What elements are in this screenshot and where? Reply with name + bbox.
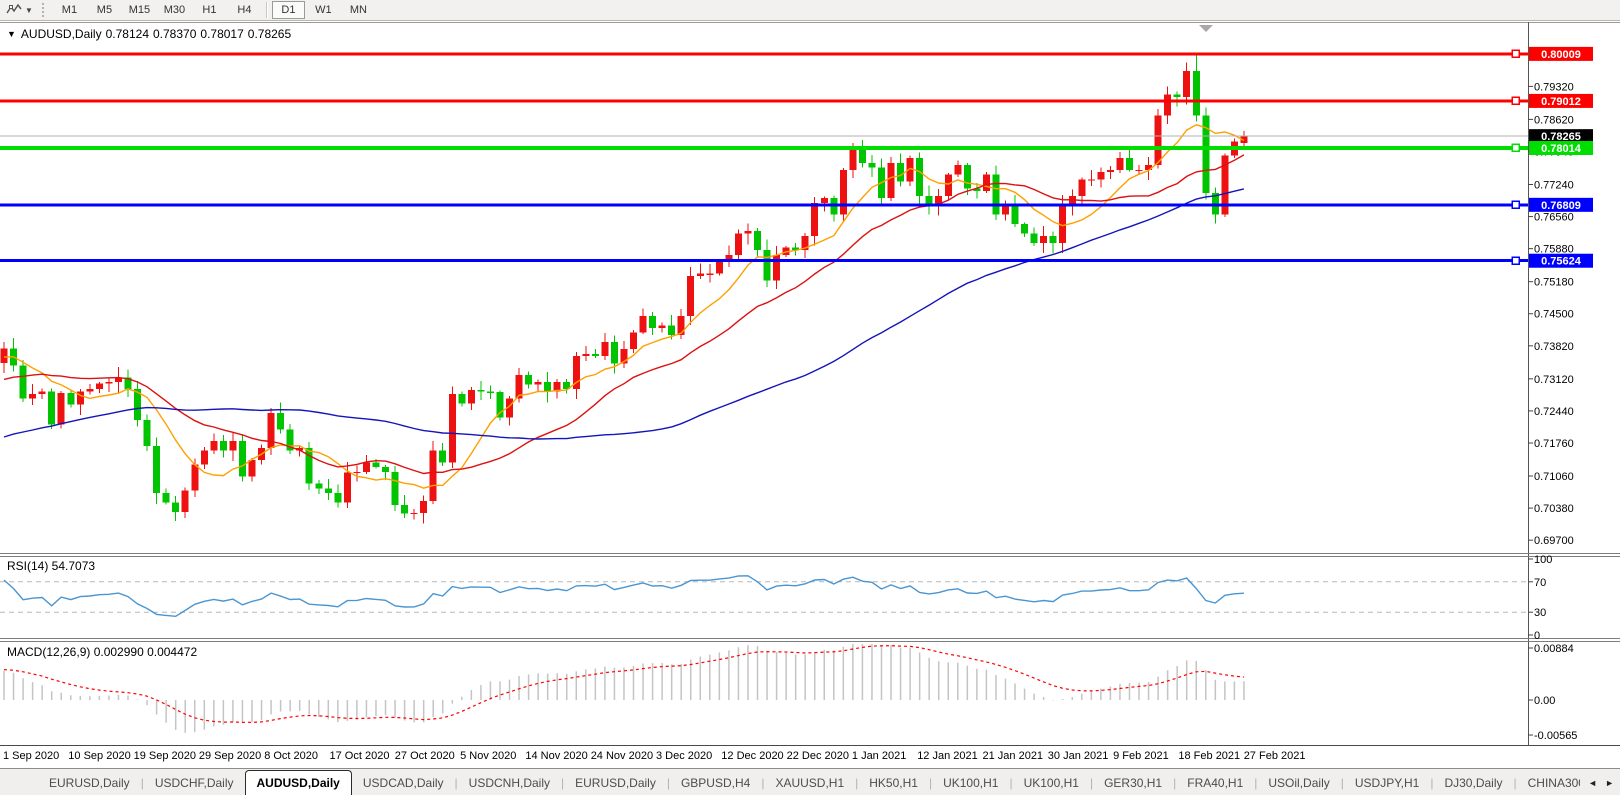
- chart-tab-bar: EURUSD,Daily|USDCHF,DailyAUDUSD,DailyUSD…: [0, 768, 1620, 795]
- mt4-window: ▼ M1M5M15M30H1H4 D1W1MN ▼ AUDUSD,Daily 0.78…: [0, 0, 1620, 795]
- date-label: 12 Dec 2020: [721, 750, 783, 762]
- chart-tab-eurusd-daily-0[interactable]: EURUSD,Daily: [38, 772, 141, 795]
- chart-tab-dj30-daily-15[interactable]: DJ30,Daily: [1433, 772, 1513, 795]
- svg-text:70: 70: [1534, 577, 1546, 589]
- date-label: 14 Nov 2020: [525, 750, 587, 762]
- panel-frames: [0, 22, 1620, 746]
- date-label: 27 Feb 2021: [1244, 750, 1306, 762]
- chart-tab-usdcad-daily-3[interactable]: USDCAD,Daily: [352, 772, 455, 795]
- date-label: 8 Oct 2020: [264, 750, 318, 762]
- svg-text:0.75624: 0.75624: [1541, 256, 1582, 268]
- chart-tab-fra40-h1-12[interactable]: FRA40,H1: [1176, 772, 1254, 795]
- svg-text:0.00: 0.00: [1534, 695, 1555, 707]
- chevron-down-icon: ▼: [25, 6, 33, 15]
- chart-tab-xauusd-h1-7[interactable]: XAUUSD,H1: [764, 772, 855, 795]
- chart-tab-gbpusd-h4-6[interactable]: GBPUSD,H4: [670, 772, 761, 795]
- svg-text:0.71760: 0.71760: [1534, 438, 1574, 450]
- date-label: 3 Dec 2020: [656, 750, 712, 762]
- svg-text:30: 30: [1534, 607, 1546, 619]
- svg-text:0.79012: 0.79012: [1541, 96, 1581, 108]
- candlesticks: [1, 54, 1248, 524]
- svg-text:0.72440: 0.72440: [1534, 406, 1574, 418]
- svg-text:0.75180: 0.75180: [1534, 277, 1574, 289]
- timeframe-button-D1[interactable]: D1: [272, 1, 305, 19]
- toolbar-separator: [266, 2, 267, 18]
- macd-histogram-and-signal: [4, 644, 1244, 733]
- chart-surface[interactable]: 0.793200.786200.779400.772400.765600.758…: [0, 22, 1620, 768]
- svg-text:0.79320: 0.79320: [1534, 81, 1574, 93]
- chart-tool-button[interactable]: ▼: [0, 0, 37, 20]
- chart-tab-usdcnh-daily-4[interactable]: USDCNH,Daily: [458, 772, 561, 795]
- date-label: 30 Jan 2021: [1048, 750, 1109, 762]
- date-label: 24 Nov 2020: [591, 750, 653, 762]
- chart-tab-eurusd-daily-5[interactable]: EURUSD,Daily: [564, 772, 667, 795]
- chart-shift-marker[interactable]: [1199, 25, 1213, 32]
- chart-tab-ger30-h1-11[interactable]: GER30,H1: [1093, 772, 1173, 795]
- date-label: 19 Sep 2020: [134, 750, 196, 762]
- horizontal-line-objects[interactable]: [0, 50, 1528, 264]
- timeframe-button-M5[interactable]: M5: [88, 1, 121, 19]
- svg-text:0.70380: 0.70380: [1534, 503, 1574, 515]
- svg-text:0.71060: 0.71060: [1534, 471, 1574, 483]
- timeframe-button-MN[interactable]: MN: [342, 1, 375, 19]
- moving-average-lines: [4, 125, 1244, 488]
- timeframe-buttons: M1M5M15M30H1H4 D1W1MN: [52, 1, 376, 19]
- date-axis[interactable]: 1 Sep 2020 10 Sep 2020 19 Sep 202029 Sep 2…: [3, 750, 1305, 762]
- price-axis: 0.793200.786200.779400.772400.765600.758…: [1528, 47, 1593, 742]
- polyline-tool-icon: [6, 3, 22, 17]
- date-label: 29 Sep 2020: [199, 750, 261, 762]
- svg-text:0: 0: [1534, 630, 1540, 642]
- svg-text:0.76560: 0.76560: [1534, 212, 1574, 224]
- date-label: 10 Sep 2020: [68, 750, 130, 762]
- tab-scroll-left-icon[interactable]: ◄: [1588, 778, 1597, 788]
- svg-text:0.76809: 0.76809: [1541, 200, 1581, 212]
- chart-tab-uk100-h1-9[interactable]: UK100,H1: [932, 772, 1009, 795]
- svg-text:0.78014: 0.78014: [1541, 143, 1582, 155]
- svg-text:0.69700: 0.69700: [1534, 535, 1574, 547]
- timeframe-toolbar: ▼ M1M5M15M30H1H4 D1W1MN: [0, 0, 1620, 21]
- svg-text:0.78620: 0.78620: [1534, 114, 1574, 126]
- date-label: 22 Dec 2020: [787, 750, 849, 762]
- timeframe-button-H1[interactable]: H1: [193, 1, 226, 19]
- date-label: 1 Jan 2021: [852, 750, 906, 762]
- svg-text:0.73120: 0.73120: [1534, 374, 1574, 386]
- tab-scroll-right-icon[interactable]: ►: [1605, 778, 1614, 788]
- chart-tab-usoil-daily-13[interactable]: USOil,Daily: [1257, 772, 1340, 795]
- date-label: 17 Oct 2020: [330, 750, 390, 762]
- tab-scroll-arrows: ◄ ►: [1580, 769, 1620, 795]
- svg-text:0.77240: 0.77240: [1534, 180, 1574, 192]
- date-label: 12 Jan 2021: [917, 750, 978, 762]
- date-label: 5 Nov 2020: [460, 750, 516, 762]
- chart-tab-uk100-h1-10[interactable]: UK100,H1: [1013, 772, 1090, 795]
- svg-text:0.74500: 0.74500: [1534, 309, 1574, 321]
- timeframe-button-W1[interactable]: W1: [307, 1, 340, 19]
- chart-tab-usdjpy-h1-14[interactable]: USDJPY,H1: [1344, 772, 1430, 795]
- chart-tab-audusd-daily-2[interactable]: AUDUSD,Daily: [245, 770, 352, 795]
- date-label: 21 Jan 2021: [983, 750, 1044, 762]
- toolbar-grip[interactable]: [42, 3, 47, 17]
- timeframe-button-M30[interactable]: M30: [158, 1, 191, 19]
- date-label: 27 Oct 2020: [395, 750, 455, 762]
- date-label: 18 Feb 2021: [1178, 750, 1240, 762]
- svg-text:0.80009: 0.80009: [1541, 49, 1581, 61]
- chart-tab-hk50-h1-8[interactable]: HK50,H1: [858, 772, 929, 795]
- svg-text:0.00884: 0.00884: [1534, 643, 1574, 655]
- timeframe-button-M15[interactable]: M15: [123, 1, 156, 19]
- svg-text:-0.00565: -0.00565: [1534, 730, 1577, 742]
- svg-text:0.73820: 0.73820: [1534, 341, 1574, 353]
- svg-text:100: 100: [1534, 554, 1552, 566]
- timeframe-button-M1[interactable]: M1: [53, 1, 86, 19]
- timeframe-button-H4[interactable]: H4: [228, 1, 261, 19]
- date-label: 9 Feb 2021: [1113, 750, 1169, 762]
- chart-tab-usdchf-daily-1[interactable]: USDCHF,Daily: [144, 772, 245, 795]
- rsi-level-lines: [0, 582, 1528, 612]
- date-label: 1 Sep 2020: [3, 750, 59, 762]
